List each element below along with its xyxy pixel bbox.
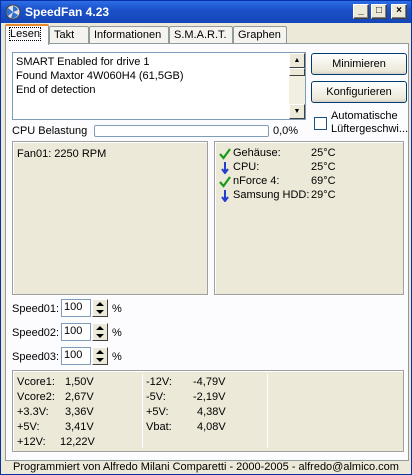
voltage-name: +12V: (17, 436, 46, 448)
cpu-usage-label: CPU Belastung (12, 125, 88, 137)
column-divider (267, 374, 268, 448)
minimize-button[interactable]: Minimieren (311, 53, 407, 75)
tab-label: Lesen (9, 27, 41, 41)
window-title: SpeedFan 4.23 (25, 5, 110, 19)
arrow-down-icon (221, 190, 229, 202)
tab-lesen[interactable]: Lesen (5, 24, 49, 45)
voltage-name: +5V: (146, 406, 169, 418)
title-bar[interactable]: SpeedFan 4.23 _ □ × (1, 1, 411, 23)
voltage-name: Vcore2: (17, 391, 55, 403)
voltage-value: 4,08V (197, 421, 226, 433)
auto-fan-speed-label: Lüftergeschwi... (331, 123, 409, 135)
auto-fan-speed-checkbox[interactable] (314, 117, 327, 130)
temp-value: 25°C (311, 147, 336, 159)
maximize-window-button[interactable]: □ (371, 4, 387, 19)
log-box[interactable]: SMART Enabled for drive 1 Found Maxtor 4… (12, 52, 306, 120)
temp-value: 25°C (311, 161, 336, 173)
tab-label: Takt (54, 29, 75, 41)
voltage-value: -4,79V (193, 376, 226, 388)
speed03-input[interactable]: 100 (61, 347, 91, 365)
voltage-name: -5V: (146, 391, 166, 403)
scroll-up-icon[interactable]: ▲ (289, 53, 305, 68)
arrow-down-icon (221, 162, 229, 174)
temperatures-box: Gehäuse: 25°C CPU: 25°C nForce 4: 69°C S… (214, 141, 404, 295)
speed01-spin-icon[interactable] (92, 299, 108, 317)
voltage-value: 4,38V (197, 406, 226, 418)
lesen-panel: SMART Enabled for drive 1 Found Maxtor 4… (5, 43, 409, 461)
configure-button[interactable]: Konfigurieren (311, 81, 407, 103)
voltage-name: +3.3V: (17, 406, 49, 418)
tab-smart[interactable]: S.M.A.R.T. (169, 26, 233, 44)
column-divider (142, 374, 143, 448)
speedfan-window: SpeedFan 4.23 _ □ × Lesen Takt Informati… (0, 0, 412, 475)
percent-unit: % (112, 303, 122, 315)
cpu-usage-bar (94, 125, 269, 137)
close-window-button[interactable]: × (391, 4, 407, 19)
speed-label: Speed03: (12, 351, 60, 363)
voltage-value: 3,36V (65, 406, 94, 418)
speed03-spin-icon[interactable] (92, 347, 108, 365)
tab-informationen[interactable]: Informationen (89, 26, 169, 44)
log-line: Found Maxtor 4W060H4 (61,5GB) (16, 70, 184, 82)
percent-unit: % (112, 327, 122, 339)
speed02-input[interactable]: 100 (61, 323, 91, 341)
log-line: SMART Enabled for drive 1 (16, 56, 150, 68)
fans-box: Fan01: 2250 RPM (12, 141, 208, 295)
temp-name: Gehäuse: (233, 147, 281, 159)
tab-label: S.M.A.R.T. (174, 29, 227, 41)
voltage-value: 3,41V (65, 421, 94, 433)
speed02-spin-icon[interactable] (92, 323, 108, 341)
voltages-box: Vcore1: 1,50V Vcore2: 2,67V +3.3V: 3,36V… (12, 370, 404, 452)
voltage-value: 1,50V (65, 376, 94, 388)
credits-status-bar: Programmiert von Alfredo Milani Comparet… (13, 461, 399, 473)
temp-name: nForce 4: (233, 175, 280, 187)
log-scrollbar[interactable]: ▲ ▼ (289, 53, 305, 119)
temp-value: 69°C (311, 175, 336, 187)
voltage-name: Vbat: (146, 421, 172, 433)
speed01-input[interactable]: 100 (61, 299, 91, 317)
tab-label: Graphen (238, 29, 281, 41)
speedfan-app-icon (5, 4, 21, 20)
scroll-thumb[interactable] (289, 68, 305, 76)
check-icon (219, 148, 231, 160)
speed-label: Speed02: (12, 327, 60, 339)
percent-unit: % (112, 351, 122, 363)
minimize-window-button[interactable]: _ (353, 4, 369, 19)
scroll-down-icon[interactable]: ▼ (289, 104, 305, 119)
fan-reading: Fan01: 2250 RPM (17, 148, 107, 160)
auto-fan-speed-label: Automatische (331, 110, 398, 122)
cpu-usage-value: 0,0% (273, 125, 299, 137)
speed-label: Speed01: (12, 303, 60, 315)
voltage-name: +5V: (17, 421, 40, 433)
log-line: End of detection (16, 84, 96, 96)
temp-value: 29°C (311, 189, 336, 201)
temp-name: Samsung HDD: (233, 189, 310, 201)
tab-takt[interactable]: Takt (49, 26, 89, 44)
tab-label: Informationen (94, 29, 162, 41)
voltage-value: 2,67V (65, 391, 94, 403)
tab-graphen[interactable]: Graphen (233, 26, 287, 44)
check-icon (219, 176, 231, 188)
voltage-value: 12,22V (60, 436, 95, 448)
temp-name: CPU: (233, 161, 260, 173)
voltage-name: Vcore1: (17, 376, 55, 388)
voltage-value: -2,19V (193, 391, 226, 403)
voltage-name: -12V: (146, 376, 172, 388)
